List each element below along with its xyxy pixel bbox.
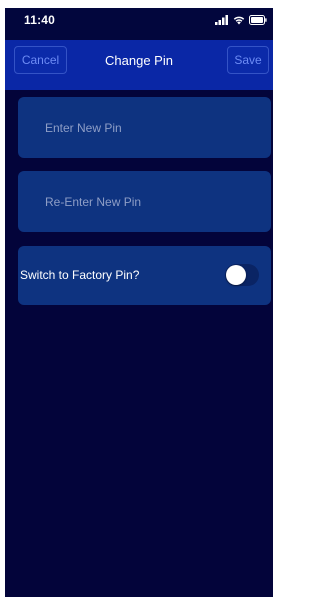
factory-pin-label: Switch to Factory Pin? (20, 268, 140, 282)
save-button[interactable]: Save (227, 46, 269, 74)
status-icons (215, 15, 267, 25)
toggle-knob (226, 265, 246, 285)
battery-icon (249, 15, 267, 25)
navigation-bar: Cancel Change Pin Save (5, 40, 273, 90)
status-bar: 11:40 (5, 8, 273, 40)
factory-pin-row: Switch to Factory Pin? (18, 246, 271, 305)
new-pin-input[interactable] (18, 97, 271, 158)
wifi-icon (233, 16, 245, 25)
app-screen: 11:40 Cancel Change Pin Save Switch to F… (5, 8, 273, 597)
signal-icon (215, 15, 228, 25)
reenter-pin-field (18, 171, 271, 232)
factory-pin-toggle[interactable] (225, 264, 259, 286)
reenter-pin-input[interactable] (18, 171, 271, 232)
new-pin-field (18, 97, 271, 158)
status-time: 11:40 (24, 13, 56, 27)
